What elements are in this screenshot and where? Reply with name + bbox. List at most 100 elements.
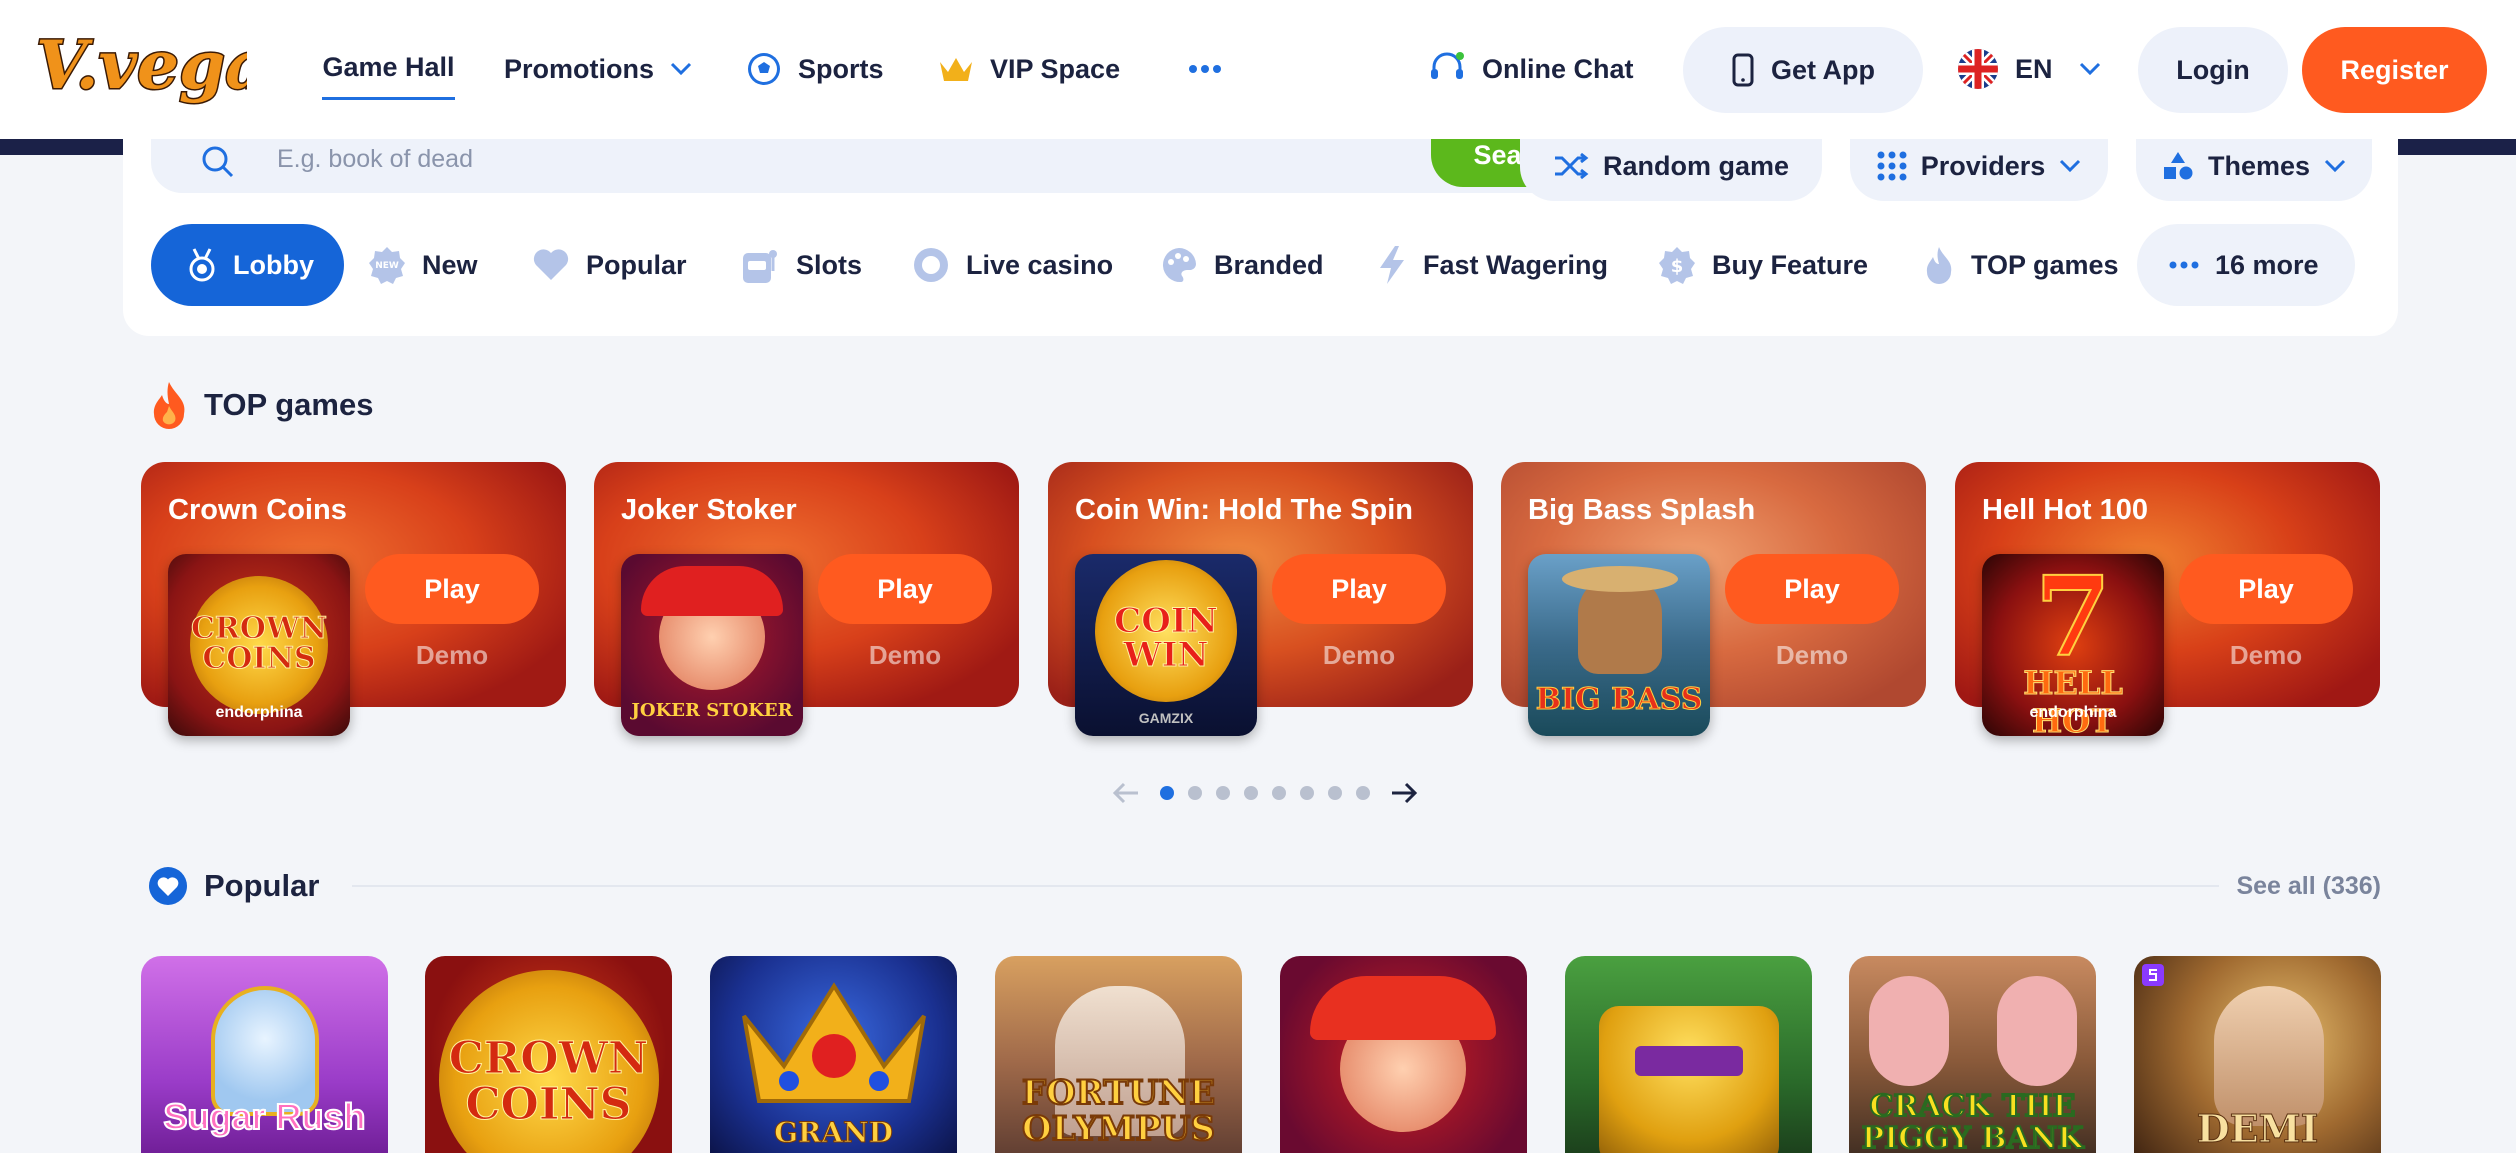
carousel-dot[interactable]: [1188, 786, 1202, 800]
live-icon: [914, 248, 948, 282]
nav-vip-space[interactable]: VIP Space: [938, 38, 1120, 100]
login-button[interactable]: Login: [2138, 27, 2288, 113]
carousel-dot[interactable]: [1160, 786, 1174, 800]
providers-label: Providers: [1920, 150, 2046, 181]
demo-link[interactable]: Demo: [365, 640, 539, 671]
category-fast-wagering[interactable]: Fast Wagering: [1377, 224, 1608, 306]
register-label: Register: [2340, 54, 2449, 85]
category-fast-wagering-label: Fast Wagering: [1423, 249, 1609, 280]
arrow-right-icon[interactable]: [1390, 781, 1418, 805]
flame-icon: [153, 382, 185, 429]
uk-flag-icon: [1958, 49, 1998, 89]
play-label: Play: [1331, 573, 1387, 604]
chevron-down-icon: [2324, 159, 2346, 173]
category-new[interactable]: NEW New: [368, 224, 478, 306]
popular-game-card[interactable]: CROWN COINS: [425, 956, 672, 1153]
category-more-button[interactable]: 16 more: [2137, 224, 2355, 306]
category-lobby[interactable]: Lobby: [151, 224, 344, 306]
demo-link[interactable]: Demo: [818, 640, 992, 671]
game-title: Big Bass Splash: [1528, 494, 1756, 526]
nav-more-button[interactable]: [1188, 38, 1222, 100]
carousel-dot[interactable]: [1356, 786, 1370, 800]
game-thumbnail[interactable]: 7 HELL HOT endorphina: [1982, 554, 2164, 736]
play-label: Play: [424, 573, 480, 604]
game-thumbnail[interactable]: CROWN COINS endorphina: [168, 554, 350, 736]
thumbnail-text: CRACK THE PIGGY BANK: [1861, 1089, 2085, 1153]
popular-game-card[interactable]: GRAND CROWN: [710, 956, 957, 1153]
top-games-title: TOP games: [204, 387, 374, 422]
category-branded[interactable]: Branded: [1160, 224, 1324, 306]
popular-game-card[interactable]: FORTUNE OLYMPUS: [995, 956, 1242, 1153]
category-top-games[interactable]: TOP games: [1923, 224, 2119, 306]
themes-dropdown[interactable]: Themes: [2136, 131, 2372, 201]
top-game-card[interactable]: Hell Hot 100 7 HELL HOT endorphina Play …: [1955, 462, 2380, 736]
pig-graphic: [1997, 976, 2077, 1086]
popular-game-card[interactable]: Sugar Rush: [141, 956, 388, 1153]
top-game-card[interactable]: Crown Coins CROWN COINS endorphina Play …: [141, 462, 566, 736]
game-title: Joker Stoker: [621, 494, 797, 526]
logo[interactable]: V.vegas: [32, 18, 307, 122]
nav-sports-label: Sports: [798, 53, 884, 84]
arrow-left-icon[interactable]: [1112, 781, 1140, 805]
play-button[interactable]: Play: [365, 554, 539, 624]
joker-hat-graphic: [1310, 976, 1496, 1040]
carousel-dot[interactable]: [1216, 786, 1230, 800]
demo-link[interactable]: Demo: [1272, 640, 1446, 671]
nav-sports[interactable]: Sports: [746, 38, 884, 100]
popular-game-card[interactable]: [1280, 956, 1527, 1153]
category-popular-label: Popular: [586, 249, 687, 280]
category-live-casino[interactable]: Live casino: [912, 224, 1113, 306]
hat-graphic: [1562, 566, 1678, 592]
top-game-card[interactable]: Coin Win: Hold The Spin COIN WIN GAMZIX …: [1048, 462, 1473, 736]
dollar-coin-icon: $: [1659, 247, 1695, 284]
popular-game-card[interactable]: DEMI GODS: [2134, 956, 2381, 1153]
nav-game-hall[interactable]: Game Hall: [322, 38, 455, 100]
popular-game-card[interactable]: CRACK THE PIGGY BANK: [1849, 956, 2096, 1153]
get-app-button[interactable]: Get App: [1683, 27, 1923, 113]
game-thumbnail[interactable]: JOKER STOKER: [621, 554, 803, 736]
providers-dropdown[interactable]: Providers: [1850, 131, 2108, 201]
carousel-dot[interactable]: [1300, 786, 1314, 800]
carousel-dot[interactable]: [1328, 786, 1342, 800]
random-game-button[interactable]: Random game: [1520, 131, 1822, 201]
thumbnail-text: GRAND CROWN: [770, 1116, 898, 1153]
category-slots[interactable]: Slots: [740, 224, 862, 306]
category-live-casino-label: Live casino: [966, 249, 1114, 280]
category-buy-feature[interactable]: $ Buy Feature: [1658, 224, 1868, 306]
play-button[interactable]: Play: [1272, 554, 1446, 624]
register-button[interactable]: Register: [2302, 27, 2487, 113]
game-thumbnail[interactable]: BIG BASS: [1528, 554, 1710, 736]
thumbnail-text: FORTUNE OLYMPUS: [1021, 1073, 1216, 1149]
online-chat-button[interactable]: Online Chat: [1428, 38, 1634, 100]
category-new-label: New: [422, 249, 478, 280]
popular-game-card[interactable]: [1565, 956, 1812, 1153]
see-all-link[interactable]: See all (336): [2236, 872, 2381, 901]
carousel-dot[interactable]: [1244, 786, 1258, 800]
provider-badge-icon: [2142, 964, 2164, 986]
phone-icon: [1732, 53, 1754, 87]
play-label: Play: [1784, 573, 1840, 604]
demo-link[interactable]: Demo: [1725, 640, 1899, 671]
popular-header: Popular: [148, 866, 319, 906]
search-icon: [202, 146, 234, 178]
nav-vip-label: VIP Space: [990, 53, 1121, 84]
nav-promotions[interactable]: Promotions: [504, 38, 692, 100]
provider-label: endorphina: [2029, 704, 2117, 721]
category-popular[interactable]: Popular: [532, 224, 687, 306]
treasure-graphic: [1599, 1006, 1779, 1153]
play-button[interactable]: Play: [1725, 554, 1899, 624]
game-thumbnail[interactable]: COIN WIN GAMZIX: [1075, 554, 1257, 736]
chevron-down-icon: [2060, 159, 2081, 173]
demo-link[interactable]: Demo: [2179, 640, 2353, 671]
carousel-dot[interactable]: [1272, 786, 1286, 800]
play-button[interactable]: Play: [2179, 554, 2353, 624]
random-game-label: Random game: [1602, 150, 1790, 181]
svg-text:$: $: [1671, 256, 1684, 277]
top-game-card[interactable]: Joker Stoker JOKER STOKER Play Demo: [594, 462, 1019, 736]
flame-icon: [1926, 247, 1952, 284]
search-input[interactable]: E.g. book of dead: [277, 145, 473, 174]
language-selector[interactable]: EN: [1957, 38, 2101, 100]
top-game-card[interactable]: Big Bass Splash BIG BASS Play Demo: [1501, 462, 1926, 736]
dots-icon: [2169, 261, 2199, 269]
play-button[interactable]: Play: [818, 554, 992, 624]
